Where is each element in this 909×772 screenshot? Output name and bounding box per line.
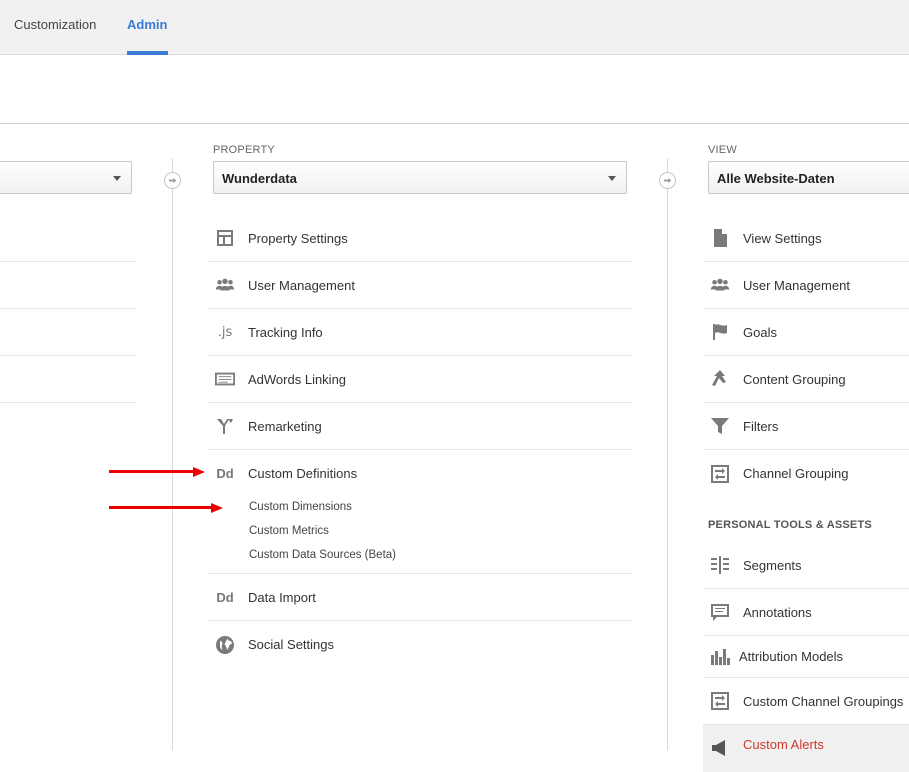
account-row[interactable] [0, 356, 136, 403]
adwords-linking-icon [214, 368, 236, 390]
data-import-label: Data Import [248, 589, 316, 605]
tab-customization[interactable]: Customization [14, 17, 96, 32]
document-icon [709, 227, 731, 249]
property-settings-icon [214, 227, 236, 249]
adwords-linking-label: AdWords Linking [248, 371, 347, 387]
account-row[interactable] [0, 215, 136, 262]
channel-grouping-icon [709, 690, 731, 712]
personal-tools-heading: PERSONAL TOOLS & ASSETS [708, 519, 872, 531]
users-icon [214, 274, 236, 296]
segments-item[interactable]: Segments [703, 542, 909, 589]
arrow-right-circle-icon [659, 172, 676, 189]
property-settings-item[interactable]: Property Settings [208, 215, 632, 262]
annotations-item[interactable]: Annotations [703, 589, 909, 636]
globe-icon [214, 634, 236, 656]
chevron-down-icon [113, 176, 121, 181]
channel-grouping-item[interactable]: Channel Grouping [703, 450, 909, 497]
custom-definitions-label: Custom Definitions [248, 466, 358, 481]
filters-label: Filters [743, 418, 779, 434]
channel-grouping-label: Channel Grouping [743, 466, 849, 481]
column-separator [667, 158, 668, 750]
property-section-label: PROPERTY [213, 144, 275, 156]
dd-icon: Dd [214, 586, 236, 608]
account-select[interactable] [0, 161, 132, 194]
view-settings-item[interactable]: View Settings [703, 215, 909, 262]
remarketing-label: Remarketing [248, 418, 322, 434]
content-grouping-label: Content Grouping [743, 371, 846, 387]
annotations-icon [709, 601, 731, 623]
flag-icon [709, 321, 731, 343]
custom-data-sources-link[interactable]: Custom Data Sources (Beta) [249, 549, 396, 561]
dd-glyph: Dd [216, 466, 234, 481]
view-select[interactable]: Alle Website-Daten [708, 161, 909, 194]
filter-icon [709, 415, 731, 437]
goals-item[interactable]: Goals [703, 309, 909, 356]
view-settings-label: View Settings [743, 230, 822, 246]
custom-metrics-link[interactable]: Custom Metrics [249, 525, 329, 537]
property-select-value: Wunderdata [222, 171, 297, 186]
account-row[interactable] [0, 309, 136, 356]
custom-definitions-item[interactable]: Dd Custom Definitions [208, 450, 632, 497]
dd-glyph: Dd [216, 589, 234, 605]
goals-label: Goals [743, 324, 777, 340]
users-icon [709, 274, 731, 296]
chevron-down-icon [608, 176, 616, 181]
adwords-linking-item[interactable]: AdWords Linking [208, 356, 632, 403]
view-select-value: Alle Website-Daten [717, 171, 835, 186]
column-separator [172, 158, 173, 750]
tab-admin[interactable]: Admin [127, 17, 167, 32]
custom-dimensions-link[interactable]: Custom Dimensions [249, 501, 352, 513]
social-settings-item[interactable]: Social Settings [208, 621, 632, 668]
user-management-item[interactable]: User Management [208, 262, 632, 309]
property-settings-label: Property Settings [248, 230, 348, 246]
red-arrow-annotation [109, 503, 225, 513]
active-tab-indicator [127, 51, 168, 55]
bar-chart-icon [709, 646, 731, 668]
segments-icon [709, 554, 731, 576]
view-section-label: VIEW [708, 144, 737, 156]
tracking-info-label: Tracking Info [248, 324, 323, 340]
js-icon: .js [214, 321, 236, 343]
annotations-label: Annotations [743, 604, 812, 620]
channel-grouping-icon [709, 463, 731, 485]
view-user-management-label: User Management [743, 277, 850, 293]
js-glyph: .js [217, 324, 233, 340]
remarketing-icon [214, 415, 236, 437]
arrow-right-circle-icon [164, 172, 181, 189]
custom-alerts-item[interactable]: Custom Alerts [703, 725, 909, 772]
attribution-models-label: Attribution Models [739, 649, 844, 664]
attribution-models-item[interactable]: Attribution Models [703, 636, 909, 678]
dd-icon: Dd [214, 463, 236, 485]
social-settings-label: Social Settings [248, 637, 334, 652]
filters-item[interactable]: Filters [703, 403, 909, 450]
custom-channel-groupings-item[interactable]: Custom Channel Groupings [703, 678, 909, 725]
data-import-item[interactable]: Dd Data Import [208, 574, 632, 621]
custom-channel-groupings-label: Custom Channel Groupings [743, 693, 904, 709]
top-navigation-bar: Customization Admin [0, 0, 909, 55]
account-row[interactable] [0, 262, 136, 309]
user-management-label: User Management [248, 277, 355, 293]
content-grouping-icon [709, 368, 731, 390]
red-arrow-annotation [109, 467, 205, 477]
segments-label: Segments [743, 557, 802, 573]
tracking-info-item[interactable]: .js Tracking Info [208, 309, 632, 356]
view-user-management-item[interactable]: User Management [703, 262, 909, 309]
megaphone-icon [709, 737, 731, 759]
content-grouping-item[interactable]: Content Grouping [703, 356, 909, 403]
property-select[interactable]: Wunderdata [213, 161, 627, 194]
divider [0, 123, 909, 124]
remarketing-item[interactable]: Remarketing [208, 403, 632, 450]
